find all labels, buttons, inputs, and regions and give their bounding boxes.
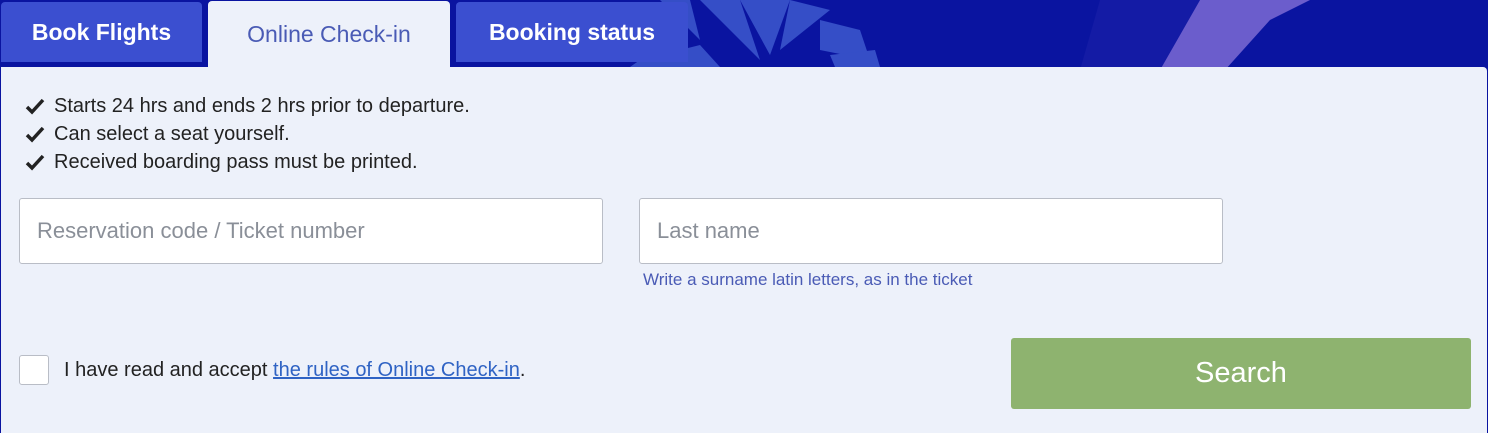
rules-link[interactable]: the rules of Online Check-in	[273, 359, 520, 381]
reservation-code-input[interactable]	[19, 198, 603, 264]
check-icon	[25, 126, 45, 143]
check-icon	[25, 154, 45, 171]
feature-item: Can select a seat yourself.	[25, 120, 470, 148]
feature-text: Starts 24 hrs and ends 2 hrs prior to de…	[54, 94, 470, 117]
consent-text: I have read and accept the rules of Onli…	[64, 359, 525, 382]
feature-text: Received boarding pass must be printed.	[54, 150, 418, 173]
last-name-input[interactable]	[639, 198, 1223, 264]
check-in-panel: Starts 24 hrs and ends 2 hrs prior to de…	[1, 67, 1487, 433]
consent-suffix: .	[519, 358, 526, 381]
feature-item: Starts 24 hrs and ends 2 hrs prior to de…	[25, 92, 470, 120]
last-name-hint: Write a surname latin letters, as in the…	[643, 270, 973, 289]
checkin-widget: Book Flights Online Check-in Booking sta…	[0, 0, 1488, 433]
feature-item: Received boarding pass must be printed.	[25, 148, 470, 176]
tab-book-flights[interactable]: Book Flights	[1, 2, 202, 62]
tab-bar: Book Flights Online Check-in Booking sta…	[0, 0, 1488, 67]
check-icon	[25, 98, 45, 115]
tab-online-check-in[interactable]: Online Check-in	[208, 1, 450, 67]
feature-list: Starts 24 hrs and ends 2 hrs prior to de…	[25, 92, 470, 176]
consent-row: I have read and accept the rules of Onli…	[19, 355, 525, 385]
feature-text: Can select a seat yourself.	[54, 122, 290, 145]
consent-checkbox[interactable]	[19, 355, 49, 385]
search-button[interactable]: Search	[1011, 338, 1471, 409]
consent-prefix: I have read and accept	[64, 358, 274, 381]
tab-booking-status[interactable]: Booking status	[456, 2, 688, 62]
